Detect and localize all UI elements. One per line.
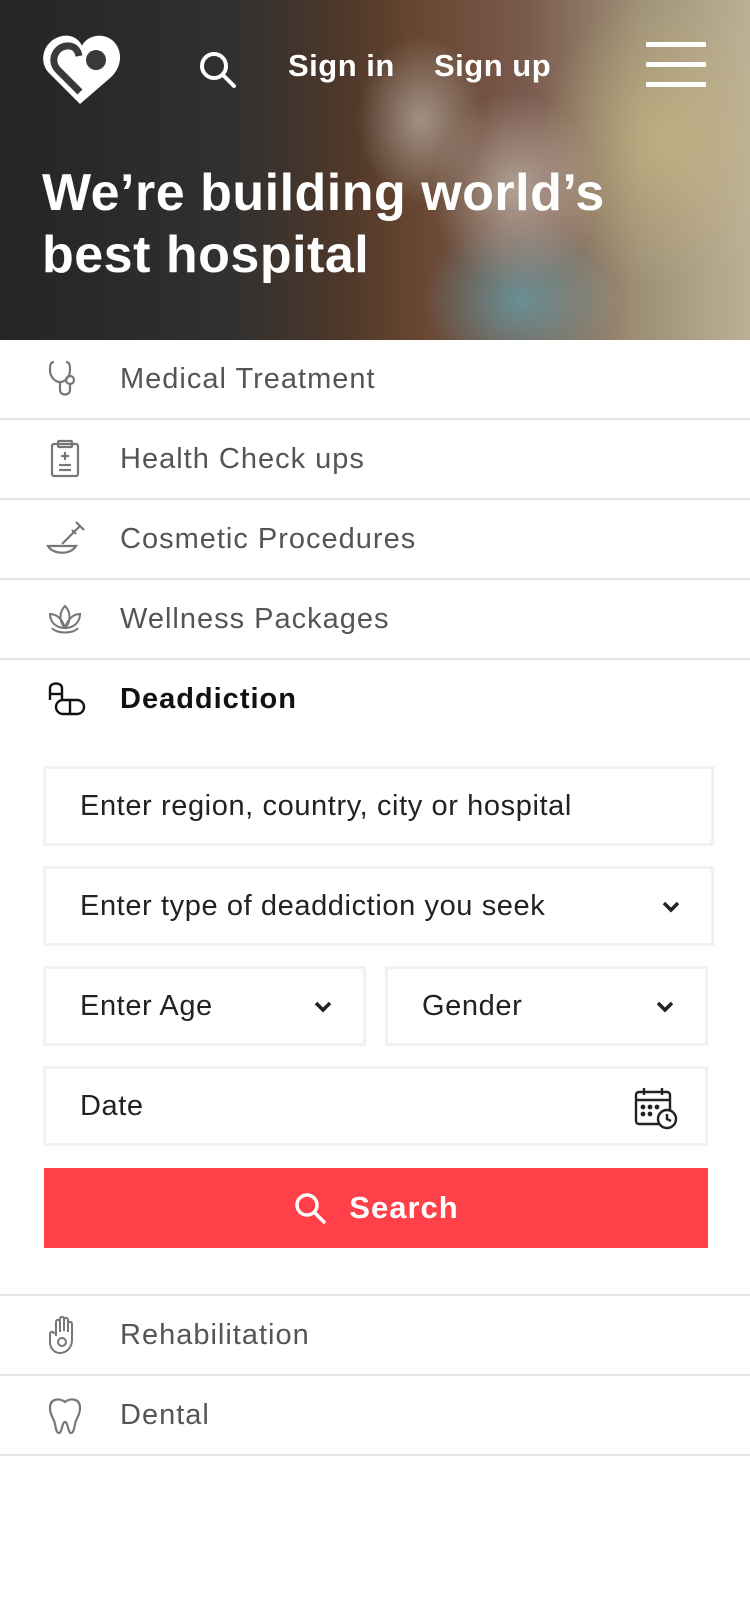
- category-rehabilitation[interactable]: Rehabilitation: [0, 1296, 750, 1376]
- search-button-label: Search: [349, 1190, 459, 1225]
- clipboard-icon: [50, 439, 80, 478]
- category-list-bottom: Rehabilitation Dental: [0, 1296, 750, 1456]
- category-list: Medical Treatment Health Check ups Cosme…: [0, 340, 750, 738]
- chevron-down-icon: [662, 901, 680, 913]
- region-input[interactable]: Enter region, country, city or hospital: [43, 766, 714, 846]
- hero-banner: Sign in Sign up We’re building world’s b…: [0, 0, 750, 340]
- chevron-down-icon: [314, 1001, 332, 1013]
- pills-icon: [48, 682, 86, 716]
- date-input[interactable]: Date: [43, 1066, 708, 1146]
- category-label: Medical Treatment: [120, 362, 376, 395]
- category-label: Health Check ups: [120, 442, 365, 475]
- type-placeholder: Enter type of deaddiction you seek: [80, 889, 546, 922]
- chevron-down-icon: [656, 1001, 674, 1013]
- category-dental[interactable]: Dental: [0, 1376, 750, 1456]
- category-deaddiction[interactable]: Deaddiction: [0, 660, 750, 738]
- date-placeholder: Date: [80, 1089, 144, 1122]
- category-label: Dental: [120, 1398, 210, 1431]
- search-button[interactable]: Search: [44, 1168, 708, 1248]
- category-medical-treatment[interactable]: Medical Treatment: [0, 340, 750, 420]
- category-label: Rehabilitation: [120, 1318, 310, 1351]
- search-icon[interactable]: [198, 50, 238, 90]
- age-placeholder: Enter Age: [80, 989, 213, 1022]
- hero-title: We’re building world’s best hospital: [42, 164, 605, 284]
- gender-select[interactable]: Gender: [385, 966, 708, 1046]
- tooth-icon: [48, 1398, 82, 1435]
- sign-in-link[interactable]: Sign in: [288, 48, 395, 84]
- category-wellness-packages[interactable]: Wellness Packages: [0, 580, 750, 660]
- deaddiction-search-form: Enter region, country, city or hospital …: [0, 738, 750, 1296]
- category-health-check-ups[interactable]: Health Check ups: [0, 420, 750, 500]
- search-icon: [295, 1193, 327, 1224]
- category-label: Deaddiction: [120, 682, 297, 715]
- lotus-icon: [48, 604, 82, 634]
- category-label: Cosmetic Procedures: [120, 522, 417, 555]
- stethoscope-icon: [48, 360, 76, 396]
- hamburger-menu-icon[interactable]: [646, 42, 706, 88]
- sign-up-link[interactable]: Sign up: [434, 48, 551, 84]
- location-pin-heart-logo[interactable]: [42, 32, 122, 108]
- deaddiction-type-select[interactable]: Enter type of deaddiction you seek: [43, 866, 714, 946]
- gender-placeholder: Gender: [422, 989, 523, 1022]
- calendar-clock-icon[interactable]: [633, 1085, 679, 1131]
- category-label: Wellness Packages: [120, 602, 390, 635]
- age-select[interactable]: Enter Age: [43, 966, 366, 1046]
- category-cosmetic-procedures[interactable]: Cosmetic Procedures: [0, 500, 750, 580]
- hand-icon: [49, 1315, 73, 1355]
- region-placeholder: Enter region, country, city or hospital: [80, 789, 572, 822]
- cosmetic-brush-icon: [46, 521, 85, 554]
